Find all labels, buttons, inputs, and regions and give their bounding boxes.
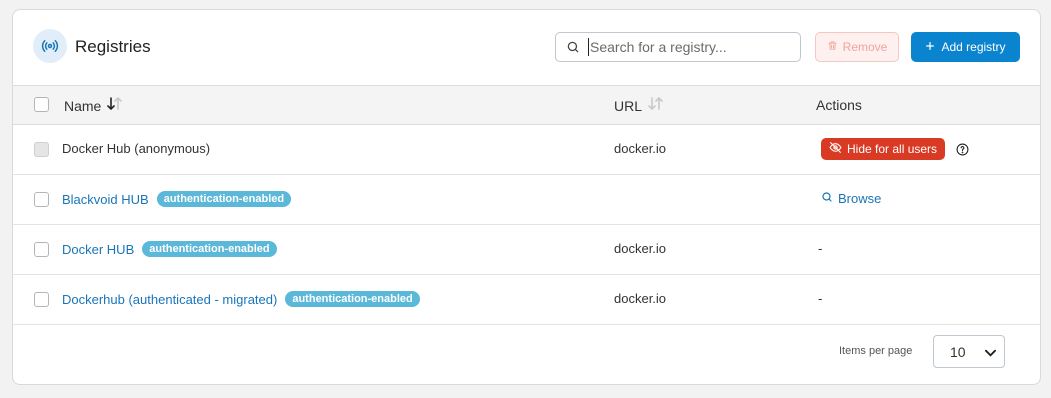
page-title: Registries [75, 37, 151, 56]
browse-link[interactable]: Browse [821, 191, 881, 206]
column-header-actions: Actions [816, 97, 862, 113]
row-checkbox[interactable] [34, 292, 49, 307]
row-checkbox [34, 142, 49, 157]
column-name-label: Name [64, 97, 102, 114]
eye-off-icon [829, 141, 842, 157]
column-header-url[interactable]: URL [614, 96, 664, 114]
registry-url: docker.io [614, 291, 667, 306]
auth-enabled-badge: authentication-enabled [142, 241, 277, 257]
browse-label: Browse [838, 191, 882, 206]
remove-label: Remove [842, 40, 888, 54]
table-row: Dockerhub (authenticated - migrated) aut… [13, 275, 1040, 325]
registry-name: Docker Hub (anonymous) [62, 141, 211, 156]
sort-icon [648, 96, 664, 114]
registry-url: docker.io [614, 241, 667, 256]
column-url-label: URL [614, 97, 643, 114]
auth-enabled-badge: authentication-enabled [156, 191, 292, 207]
table-footer: Items per page 10 [13, 324, 1040, 384]
chevron-down-icon [985, 344, 996, 360]
row-actions: Browse [821, 191, 881, 206]
table-row: Docker HUB authentication-enabled docker… [13, 225, 1040, 275]
no-action-dash: - [818, 241, 823, 256]
row-checkbox[interactable] [34, 242, 49, 257]
registry-name-cell: Blackvoid HUB authentication-enabled [62, 191, 292, 207]
panel-header: Registries Remove Add re [13, 10, 1040, 85]
search-input[interactable] [588, 38, 788, 56]
items-per-page-select[interactable]: 10 [933, 335, 1005, 368]
items-per-page-label: Items per page [839, 345, 913, 357]
registry-name-cell: Dockerhub (authenticated - migrated) aut… [62, 291, 420, 307]
table-row: Docker Hub (anonymous) docker.io Hide fo… [13, 125, 1040, 175]
search-field[interactable] [555, 32, 801, 62]
sort-desc-icon [107, 96, 123, 114]
registry-name-link[interactable]: Docker HUB [62, 242, 134, 257]
table-header: Name URL Actions [13, 85, 1040, 125]
hide-for-all-users-label: Hide for all users [847, 142, 938, 156]
radio-signal-icon [33, 29, 67, 63]
registry-name-link[interactable]: Blackvoid HUB [62, 192, 149, 207]
auth-enabled-badge: authentication-enabled [285, 291, 420, 307]
registry-name-cell: Docker HUB authentication-enabled [62, 241, 277, 257]
table-row: Blackvoid HUB authentication-enabled Bro… [13, 175, 1040, 225]
hide-for-all-users-button[interactable]: Hide for all users [821, 138, 946, 160]
registry-url: docker.io [614, 141, 667, 156]
plus-icon [925, 40, 935, 54]
column-header-name[interactable]: Name [64, 96, 123, 114]
column-actions-label: Actions [816, 97, 862, 113]
registries-panel: Registries Remove Add re [12, 9, 1041, 385]
help-icon[interactable] [956, 143, 969, 156]
search-icon [566, 40, 580, 54]
no-action-dash: - [818, 291, 823, 306]
select-all-checkbox[interactable] [34, 97, 49, 112]
items-per-page-value: 10 [950, 343, 966, 360]
add-registry-button[interactable]: Add registry [911, 32, 1020, 62]
search-icon [821, 191, 833, 206]
trash-icon [827, 40, 838, 54]
add-registry-label: Add registry [941, 40, 1006, 54]
row-checkbox[interactable] [34, 192, 49, 207]
row-actions: Hide for all users [821, 138, 969, 160]
remove-button[interactable]: Remove [815, 32, 899, 62]
registry-name-link[interactable]: Dockerhub (authenticated - migrated) [62, 292, 277, 307]
